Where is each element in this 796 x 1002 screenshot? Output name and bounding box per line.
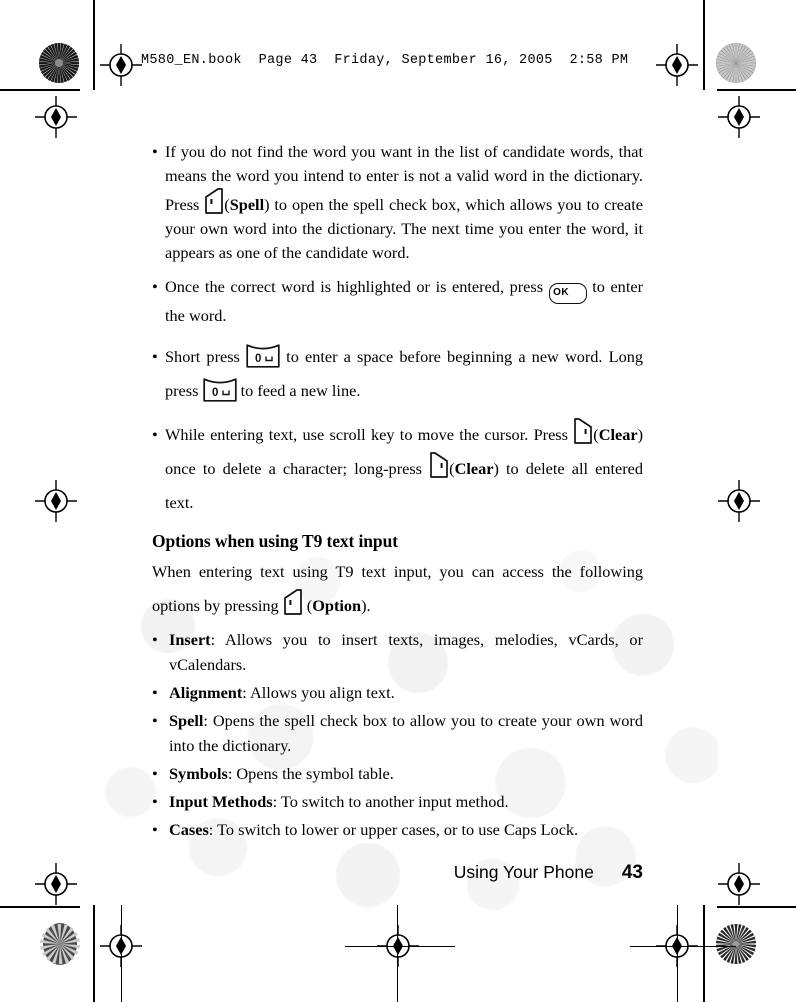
star-target-bottom-right	[715, 923, 757, 965]
book-header-line: M580_EN.book Page 43 Friday, September 1…	[141, 53, 629, 68]
right-softkey-icon-2	[430, 452, 448, 478]
document-page: M580_EN.book Page 43 Friday, September 1…	[0, 0, 796, 1002]
footer-page-number: 43	[621, 862, 643, 883]
bullet-dot: •	[152, 630, 158, 649]
footer-title: Using Your Phone	[453, 862, 594, 882]
star-target-bottom-left	[39, 923, 81, 965]
option-desc-alignment: : Allows you align text.	[242, 683, 395, 702]
right-softkey-icon	[574, 418, 593, 444]
bullet-3-text-part3: to feed a new line.	[236, 381, 361, 400]
right-softkey-caption-2: (Clear)	[449, 459, 499, 478]
option-name-symbols: Symbols	[169, 764, 228, 783]
trim-line-bottom-right-horizontal	[717, 906, 796, 908]
option-name-alignment: Alignment	[169, 683, 243, 702]
bullet-dot: •	[152, 764, 158, 783]
zero-key-icon: 0	[246, 344, 280, 368]
bullet-dot: •	[152, 277, 158, 296]
crosshair-extension-bottom-center-vertical	[397, 905, 399, 1002]
left-softkey-caption: (Spell)	[224, 195, 270, 214]
option-item-input-methods: • Input Methods: To switch to another inp…	[152, 789, 643, 814]
bullet-4-text-part1: While entering text, use scroll key to m…	[165, 425, 574, 444]
trim-line-left-vertical-lower	[93, 905, 95, 1002]
crosshair-extension-bottom-right-vertical	[676, 905, 678, 1002]
trim-line-top-left-horizontal	[0, 89, 80, 91]
option-item-spell: • Spell: Opens the spell check box to all…	[152, 708, 643, 758]
option-key-caption: (Option)	[302, 596, 367, 615]
option-desc-symbols: : Opens the symbol table.	[227, 764, 394, 783]
section-intro-part2: .	[366, 596, 371, 615]
registration-mark-top-right	[656, 44, 698, 86]
left-softkey-icon	[205, 188, 224, 214]
crosshair-extension-bottom-left-vertical	[120, 905, 122, 1002]
svg-text:0: 0	[255, 353, 261, 365]
bullet-dot: •	[152, 792, 158, 811]
section-heading: Options when using T9 text input	[152, 531, 398, 551]
option-desc-insert: : Allows you to insert texts, images, me…	[169, 630, 643, 674]
star-target-top-left	[39, 43, 79, 83]
svg-text:0: 0	[212, 387, 218, 399]
option-desc-cases: : To switch to lower or upper cases, or …	[208, 820, 579, 839]
bullet-2-text-part1: Once the correct word is highlighted or …	[165, 277, 549, 296]
bullet-3-text-part1: Short press	[165, 347, 247, 366]
option-desc-input-methods: : To switch to another input method.	[272, 792, 509, 811]
section-intro-paragraph: When entering text using T9 text input, …	[152, 555, 643, 623]
right-softkey-caption: (Clear)	[593, 425, 643, 444]
option-item-cases: • Cases: To switch to lower or upper case…	[152, 817, 643, 842]
option-name-cases: Cases	[169, 820, 209, 839]
bullet-dot: •	[152, 425, 158, 444]
registration-mark-lower-left-outer	[35, 863, 77, 905]
crosshair-extension-bottom-right-horizontal	[630, 945, 736, 947]
registration-mark-lower-right-outer	[718, 863, 760, 905]
right-softkey-label-2: Clear	[454, 459, 494, 478]
option-name-input-methods: Input Methods	[169, 792, 273, 811]
zero-key-icon-2: 0	[202, 378, 237, 402]
page-content: • If you do not find the word you want in…	[152, 140, 643, 845]
registration-mark-middle-left	[35, 480, 77, 522]
trim-line-left-vertical	[93, 0, 95, 90]
bullet-dot: •	[152, 820, 158, 839]
left-softkey-label: Spell	[229, 195, 265, 214]
right-softkey-label: Clear	[598, 425, 638, 444]
trim-line-right-vertical-lower	[703, 905, 705, 1002]
registration-mark-top-left	[100, 44, 142, 86]
left-softkey-icon-option	[283, 589, 302, 615]
bullet-dot: •	[152, 142, 158, 161]
option-name-insert: Insert	[169, 630, 211, 649]
option-item-insert: • Insert: Allows you to insert texts, ima…	[152, 627, 643, 677]
trim-line-right-vertical	[703, 0, 705, 90]
bullet-clear-text: • While entering text, use scroll key to …	[152, 418, 643, 520]
options-list: • Insert: Allows you to insert texts, ima…	[152, 627, 643, 842]
crosshair-extension-bottom-center	[345, 945, 455, 947]
trim-line-bottom-left-horizontal	[0, 906, 80, 908]
bullet-dot: •	[152, 683, 158, 702]
registration-mark-middle-right	[718, 480, 760, 522]
ok-key-icon: OK	[548, 283, 587, 304]
option-name-spell: Spell	[169, 711, 204, 730]
bullet-candidate-words: • If you do not find the word you want in…	[152, 140, 643, 265]
bullet-confirm-word: • Once the correct word is highlighted or…	[152, 275, 643, 328]
bullet-4-text-part2: once to delete a character; long-press	[165, 459, 430, 478]
registration-mark-upper-right-outer	[718, 96, 760, 138]
option-key-label: Option	[312, 596, 362, 615]
section-intro-part1: When entering text using T9 text input, …	[152, 562, 643, 615]
trim-line-top-right-horizontal	[717, 89, 796, 91]
option-desc-spell: : Opens the spell check box to allow you…	[169, 711, 643, 755]
page-footer: Using Your Phone 43	[152, 862, 643, 884]
option-item-symbols: • Symbols: Opens the symbol table.	[152, 761, 643, 786]
bullet-dot: •	[152, 711, 158, 730]
option-item-alignment: • Alignment: Allows you align text.	[152, 680, 643, 705]
bullet-space-newline: • Short press 0 to enter a space before b…	[152, 340, 643, 408]
bullet-dot: •	[152, 347, 158, 366]
star-target-top-right	[715, 42, 757, 84]
registration-mark-upper-left-outer	[35, 96, 77, 138]
